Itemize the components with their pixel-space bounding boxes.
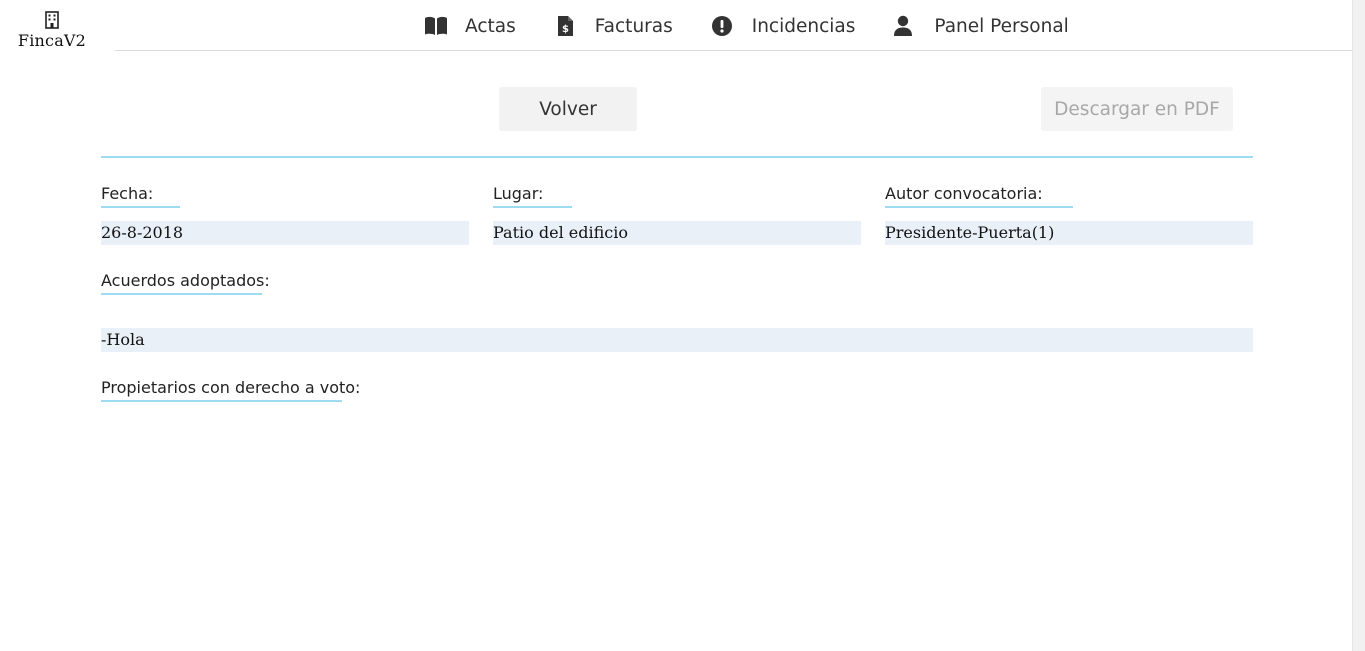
propietarios-label-underline (101, 400, 342, 402)
autor-value: Presidente-Puerta(1) (885, 221, 1253, 245)
scrollbar-edge (1352, 0, 1353, 651)
invoice-dollar-icon: $ (554, 15, 578, 37)
fecha-label: Fecha: (101, 184, 154, 203)
propietarios-label: Propietarios con derecho a voto: (101, 378, 361, 397)
nav-item-label: Facturas (594, 15, 673, 37)
nav-item-label: Panel Personal (934, 15, 1069, 37)
brand-name: FincaV2 (17, 31, 87, 50)
main-nav: Actas $ Facturas Incidencias Panel Perso… (424, 12, 1069, 40)
exclamation-circle-icon (711, 15, 735, 37)
vertical-scrollbar[interactable] (1352, 0, 1365, 651)
nav-item-facturas[interactable]: $ Facturas (554, 15, 673, 37)
lugar-label-underline (493, 206, 572, 208)
autor-label: Autor convocatoria: (885, 184, 1043, 203)
brand[interactable]: FincaV2 (16, 11, 88, 50)
scrollbar-thumb[interactable] (1354, 0, 1363, 651)
nav-item-panel-personal[interactable]: Panel Personal (893, 15, 1069, 37)
user-icon (893, 15, 917, 37)
book-open-icon (424, 15, 448, 37)
acuerdos-value: -Hola (101, 328, 1253, 352)
page: FincaV2 Actas $ Facturas Incidencias Pan… (0, 0, 1365, 651)
nav-item-label: Incidencias (751, 15, 856, 37)
back-button[interactable]: Volver (499, 87, 637, 131)
svg-text:$: $ (562, 24, 569, 35)
acuerdos-label: Acuerdos adoptados: (101, 271, 270, 290)
building-icon (44, 11, 60, 29)
section-divider (101, 156, 1253, 158)
lugar-value: Patio del edificio (493, 221, 861, 245)
nav-item-actas[interactable]: Actas (424, 15, 516, 37)
autor-label-underline (885, 206, 1073, 208)
header-divider (115, 50, 1352, 51)
acuerdos-label-underline (101, 293, 262, 295)
fecha-value: 26-8-2018 (101, 221, 469, 245)
lugar-label: Lugar: (493, 184, 544, 203)
nav-item-incidencias[interactable]: Incidencias (711, 15, 856, 37)
download-pdf-button[interactable]: Descargar en PDF (1041, 87, 1233, 131)
fecha-label-underline (101, 206, 180, 208)
nav-item-label: Actas (465, 15, 516, 37)
